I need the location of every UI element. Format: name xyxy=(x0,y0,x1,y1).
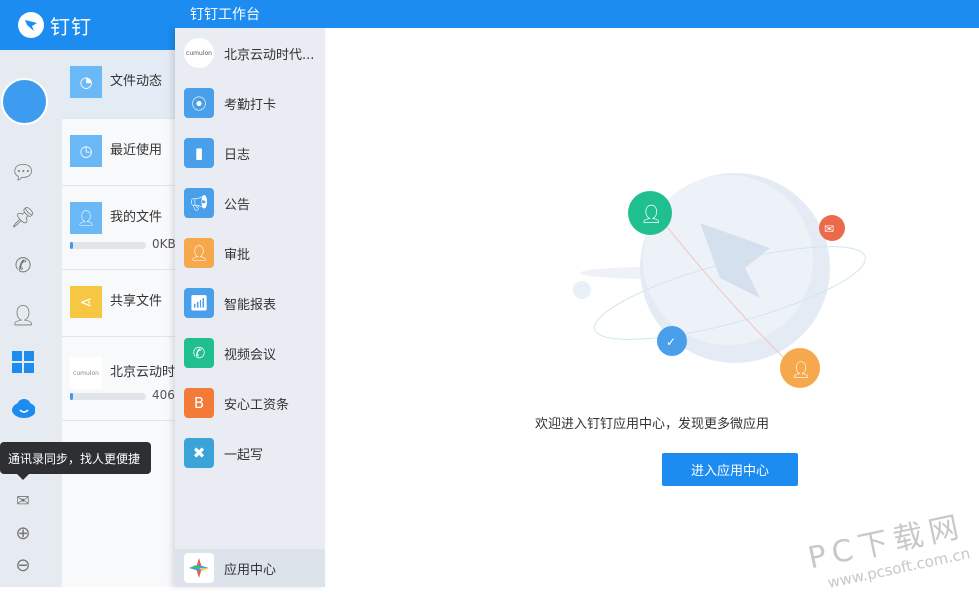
add-icon[interactable]: ⊕ xyxy=(11,521,35,545)
svg-text:👤︎: 👤︎ xyxy=(791,360,811,379)
workbench-item-label: 一起写 xyxy=(224,447,264,463)
user-icon: 👤︎ xyxy=(70,202,102,234)
svg-text:✉: ✉ xyxy=(824,222,834,236)
app-header: 钉钉 xyxy=(0,0,175,50)
workbench-item[interactable]: 📢︎ 公告 xyxy=(175,178,325,228)
notebook-icon: ▮ xyxy=(184,138,214,168)
workbench-item-label: 考勤打卡 xyxy=(224,97,277,113)
file-item-label: 北京云动时代 xyxy=(110,365,175,380)
svg-text:✓: ✓ xyxy=(666,335,676,349)
workbench-item[interactable]: 📶︎ 智能报表 xyxy=(175,278,325,328)
cloud-drive-icon[interactable] xyxy=(11,396,35,420)
workbench-item-label: 智能报表 xyxy=(224,297,277,313)
workbench-icon[interactable] xyxy=(11,350,35,374)
more-icon[interactable]: ⊖ xyxy=(11,553,35,577)
workbench-item-label: 视频会议 xyxy=(224,347,277,363)
storage-usage: 406 xyxy=(152,388,175,402)
workbench-item-label: 北京云动时代... xyxy=(224,47,315,63)
file-item-shared[interactable]: ⋖ 共享文件 xyxy=(62,270,175,337)
app-center-icon xyxy=(184,553,214,583)
chart-icon: 📶︎ xyxy=(184,288,214,318)
megaphone-icon: 📢︎ xyxy=(184,188,214,218)
files-panel: ◔ 文件动态 ◷ 最近使用 👤︎ 我的文件 0KB ⋖ 共享文件 cumulon… xyxy=(62,50,175,587)
workbench-item[interactable]: ✖ 一起写 xyxy=(175,428,325,478)
payslip-icon: B xyxy=(184,388,214,418)
enter-app-center-button[interactable]: 进入应用中心 xyxy=(662,453,798,486)
nav-rail: 💬︎ 📌︎ ✆ 👤︎ ✉ ⊕ ⊖ xyxy=(0,50,62,587)
storage-bar xyxy=(70,242,146,249)
workbench-item-label: 安心工资条 xyxy=(224,397,290,413)
storage-bar xyxy=(70,393,146,400)
app-center-label: 应用中心 xyxy=(224,562,277,578)
planet-illustration: 👤︎ ✉ ✓ 👤︎ xyxy=(573,173,866,388)
workbench-item-label: 公告 xyxy=(224,197,251,213)
cowrite-icon: ✖ xyxy=(184,438,214,468)
workbench-item[interactable]: ▮ 日志 xyxy=(175,128,325,178)
welcome-text: 欢迎进入钉钉应用中心，发现更多微应用 xyxy=(534,417,769,432)
user-avatar[interactable] xyxy=(1,78,48,125)
workbench-item[interactable]: 👤︎ 审批 xyxy=(175,228,325,278)
phone-icon[interactable]: ✆ xyxy=(11,253,35,277)
svg-text:👤︎: 👤︎ xyxy=(640,204,663,225)
file-item-label: 我的文件 xyxy=(110,210,163,225)
video-call-icon: ✆ xyxy=(184,338,214,368)
company-logo: cumulon xyxy=(184,38,214,68)
workbench-item-label: 日志 xyxy=(224,147,251,163)
workbench-item[interactable]: cumulon 北京云动时代... xyxy=(175,28,325,78)
workbench-item[interactable]: ✆ 视频会议 xyxy=(175,328,325,378)
file-item-my-files[interactable]: 👤︎ 我的文件 0KB xyxy=(62,186,175,270)
pin-icon[interactable]: 📌︎ xyxy=(10,205,35,229)
workbench-item-label: 审批 xyxy=(224,247,251,263)
file-item-label: 共享文件 xyxy=(110,294,163,309)
workbench-title: 钉钉工作台 xyxy=(175,0,979,28)
app-title: 钉钉 xyxy=(50,14,92,39)
mail-icon[interactable]: ✉ xyxy=(11,488,35,512)
contacts-icon[interactable]: 👤︎ xyxy=(10,303,35,327)
chat-icon[interactable]: 💬︎ xyxy=(10,160,35,184)
workbench-item[interactable]: ⦿ 考勤打卡 xyxy=(175,78,325,128)
app-center-item[interactable]: 应用中心 xyxy=(175,549,325,587)
workbench-item[interactable]: B 安心工资条 xyxy=(175,378,325,428)
file-item-label: 文件动态 xyxy=(110,74,163,89)
compass-icon: ◔ xyxy=(70,66,102,98)
app-center-main: 👤︎ ✉ ✓ 👤︎ 欢迎进入钉钉应用中心，发现更多微应用 进入应用中心 xyxy=(325,28,979,587)
file-item-label: 最近使用 xyxy=(110,143,163,158)
clock-icon: ◷ xyxy=(70,135,102,167)
tooltip: 通讯录同步，找人更便捷 xyxy=(0,442,151,480)
stamp-icon: 👤︎ xyxy=(184,238,214,268)
share-icon: ⋖ xyxy=(70,286,102,318)
workbench-panel: cumulon 北京云动时代... ⦿ 考勤打卡 ▮ 日志 📢︎ 公告 👤︎ 审批 📶︎ 智能报表 ✆ 视… xyxy=(175,28,325,587)
file-item-company[interactable]: cumulon 北京云动时代 406 xyxy=(62,337,175,421)
location-check-icon: ⦿ xyxy=(184,88,214,118)
file-item-recent[interactable]: ◷ 最近使用 xyxy=(62,119,175,186)
storage-usage: 0KB xyxy=(152,237,175,251)
company-logo: cumulon xyxy=(70,357,102,389)
file-item-activity[interactable]: ◔ 文件动态 xyxy=(62,50,175,119)
dingtalk-logo-icon xyxy=(18,12,44,38)
